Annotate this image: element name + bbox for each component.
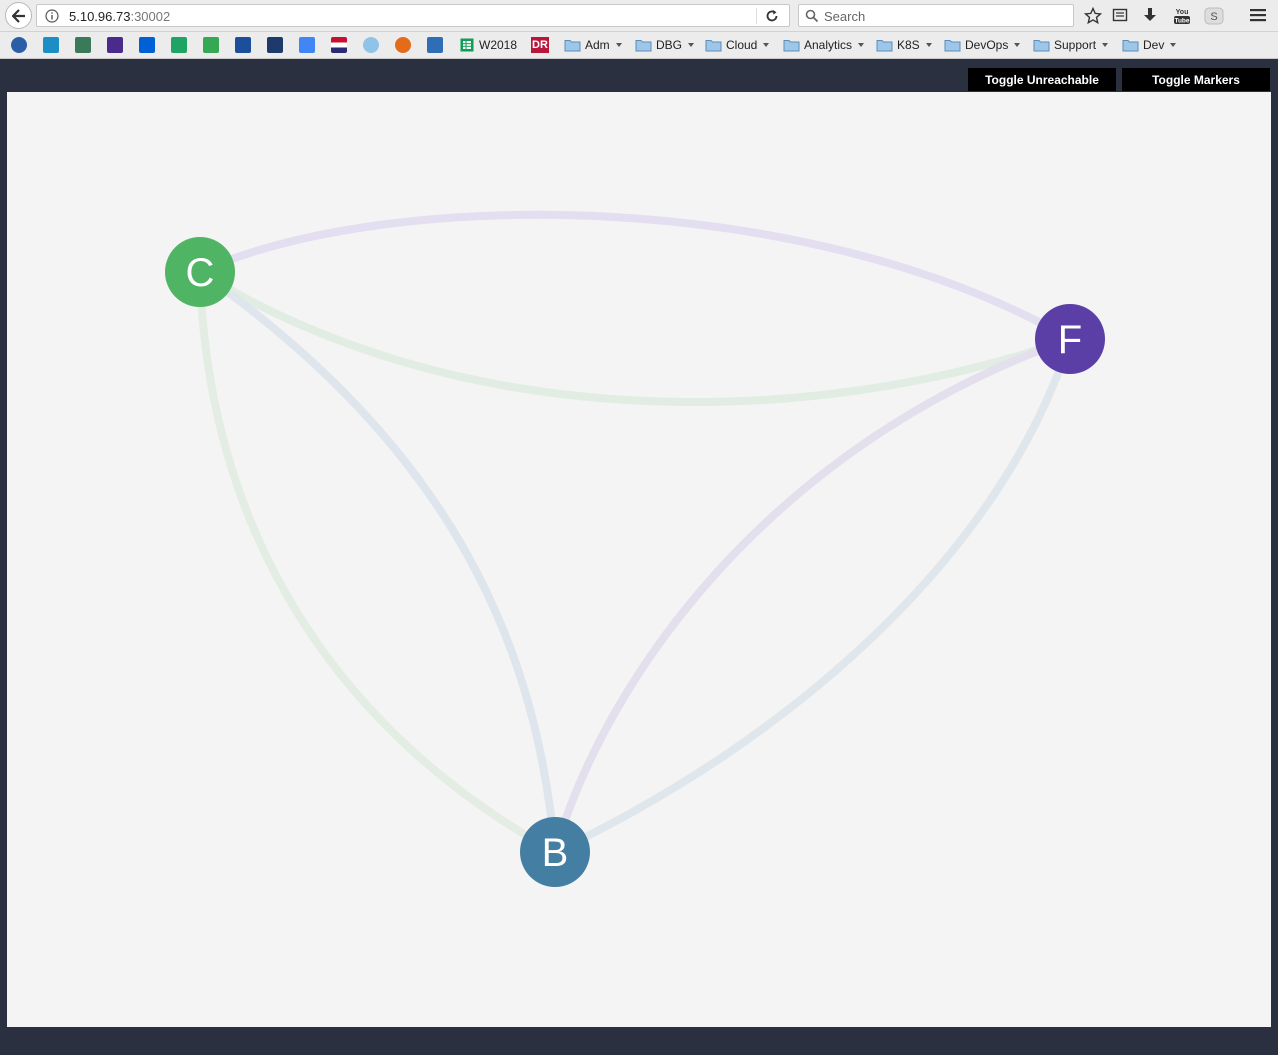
folder-label: DBG: [656, 38, 683, 52]
url-port: :30002: [130, 9, 171, 24]
folder-label: Support: [1054, 38, 1097, 52]
folder-label: Cloud: [726, 38, 758, 52]
folder-label: K8S: [897, 38, 920, 52]
folder-label: Adm: [585, 38, 610, 52]
edge-f-b-outer: [553, 337, 1074, 856]
graph-svg[interactable]: C F B: [7, 92, 1271, 1027]
chevron-down-icon: [1014, 43, 1021, 47]
folder-icon: [783, 40, 800, 52]
svg-text:Tube: Tube: [1174, 18, 1189, 25]
tiles-icon[interactable]: [427, 37, 443, 53]
network-icon[interactable]: [43, 37, 59, 53]
bookmark-dr[interactable]: DR: [531, 37, 549, 53]
url-text: 5.10.96.73:30002: [69, 9, 170, 24]
edge-f-b-inner: [551, 335, 1072, 854]
node-b[interactable]: B: [520, 817, 590, 887]
node-label: C: [186, 251, 215, 295]
bookmark-w2018-label: W2018: [479, 38, 518, 52]
folder-devops[interactable]: DevOps: [944, 37, 1021, 53]
search-placeholder: Search: [824, 9, 866, 24]
youtube-icon[interactable]: You Tube: [1172, 7, 1192, 25]
orb-icon[interactable]: [395, 37, 411, 53]
info-icon[interactable]: [45, 9, 59, 23]
translate-icon[interactable]: [299, 37, 315, 53]
folder-icon: [944, 40, 961, 52]
extension-s-icon[interactable]: S: [1204, 7, 1224, 25]
node-label: B: [542, 831, 569, 875]
node-c[interactable]: C: [165, 237, 235, 307]
folder-adm[interactable]: Adm: [564, 37, 622, 53]
drive-icon[interactable]: [171, 37, 187, 53]
toggle-unreachable-button[interactable]: Toggle Unreachable: [968, 68, 1116, 91]
svg-text:You: You: [1176, 9, 1189, 16]
chevron-down-icon: [1102, 43, 1109, 47]
graph-canvas[interactable]: C F B: [7, 92, 1271, 1027]
graph-edges: [196, 210, 1074, 856]
chevron-down-icon: [615, 43, 622, 47]
spreadsheet-icon: [460, 38, 474, 52]
url-separator: [756, 8, 757, 24]
toggle-markers-button[interactable]: Toggle Markers: [1122, 68, 1270, 91]
browser-toolbar: 5.10.96.73:30002 Search You Tube S: [0, 0, 1278, 32]
folder-icon: [876, 40, 893, 52]
folder-dbg[interactable]: DBG: [635, 37, 695, 53]
edge-c-f-upper: [198, 210, 1072, 343]
maps-icon[interactable]: [203, 37, 219, 53]
cloud-icon[interactable]: [363, 37, 379, 53]
folder-icon: [1122, 40, 1139, 52]
monitor-icon[interactable]: [75, 37, 91, 53]
folder-icon: [705, 40, 722, 52]
back-button[interactable]: [5, 2, 32, 29]
node-f[interactable]: F: [1035, 304, 1105, 374]
reload-icon[interactable]: [765, 9, 779, 23]
folder-cloud[interactable]: Cloud: [705, 37, 770, 53]
folder-k8s[interactable]: K8S: [876, 37, 932, 53]
box-icon[interactable]: [139, 37, 155, 53]
folder-dev[interactable]: Dev: [1122, 37, 1177, 53]
bookmark-star-icon[interactable]: [1084, 7, 1102, 25]
menu-hamburger-icon[interactable]: [1249, 7, 1267, 23]
graph-nodes: C F B: [165, 237, 1105, 887]
search-bar[interactable]: Search: [798, 4, 1074, 27]
folder-label: DevOps: [965, 38, 1009, 52]
chevron-down-icon: [925, 43, 932, 47]
edge-c-b-inner: [197, 268, 559, 853]
node-label: F: [1058, 318, 1082, 362]
chevron-down-icon: [763, 43, 770, 47]
url-bar[interactable]: 5.10.96.73:30002: [36, 4, 790, 27]
folder-support[interactable]: Support: [1033, 37, 1109, 53]
bookmark-w2018[interactable]: W2018: [459, 37, 517, 53]
url-host: 5.10.96.73: [69, 9, 131, 24]
chevron-down-icon: [1170, 43, 1177, 47]
people-icon[interactable]: [235, 37, 251, 53]
search-icon: [805, 9, 819, 23]
bookmarks-bar: W2018 DR Adm DBG Cloud Analytics K8S DevOps Su…: [0, 32, 1278, 59]
reading-list-icon[interactable]: [1112, 7, 1128, 23]
download-icon[interactable]: [1142, 7, 1158, 23]
folder-label: Dev: [1143, 38, 1165, 52]
arrow-circle-icon[interactable]: [11, 37, 27, 53]
edge-c-b-outer: [196, 271, 557, 856]
folder-label: Analytics: [804, 38, 853, 52]
folder-analytics[interactable]: Analytics: [783, 37, 865, 53]
chevron-down-icon: [688, 43, 695, 47]
folder-icon: [635, 40, 652, 52]
back-arrow-icon: [11, 8, 25, 23]
folder-icon: [1033, 40, 1050, 52]
mail-icon[interactable]: [107, 37, 123, 53]
script-l-icon[interactable]: [267, 37, 283, 53]
chevron-down-icon: [858, 43, 865, 47]
folder-icon: [564, 40, 581, 52]
flag-icon[interactable]: [331, 37, 347, 53]
svg-text:S: S: [1210, 11, 1217, 23]
